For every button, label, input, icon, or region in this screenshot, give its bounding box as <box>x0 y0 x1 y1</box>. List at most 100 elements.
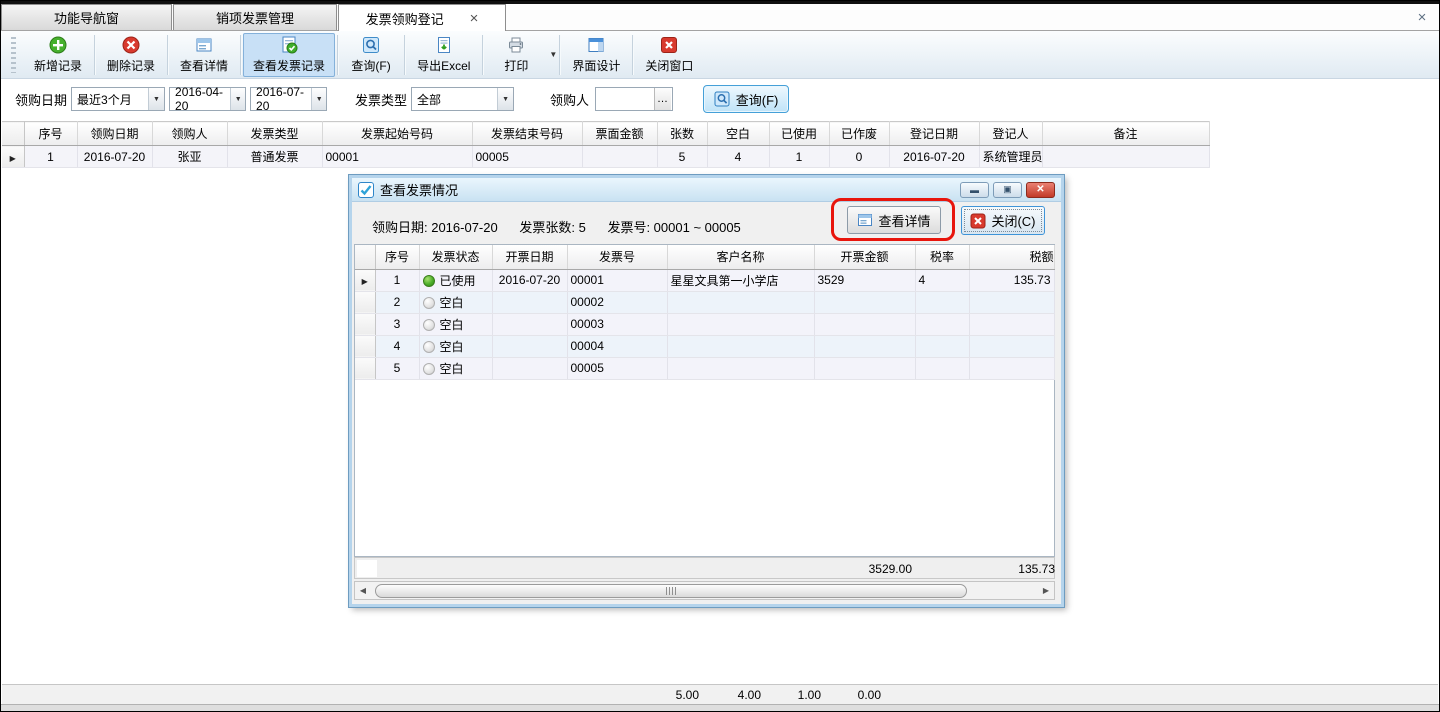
column-header[interactable]: 发票结束号码 <box>472 122 582 146</box>
dialog-minimize-button[interactable]: ▬ <box>960 182 989 198</box>
horizontal-scrollbar[interactable]: ◀ ▶ <box>354 581 1055 600</box>
table-cell[interactable]: 0 <box>829 146 889 168</box>
table-cell[interactable] <box>969 335 1054 357</box>
column-header[interactable]: 发票状态 <box>419 245 492 269</box>
table-cell[interactable]: 00001 <box>322 146 472 168</box>
table-cell[interactable] <box>492 313 567 335</box>
table-cell[interactable]: 4 <box>915 269 969 291</box>
dialog-maximize-button[interactable]: ▣ <box>993 182 1022 198</box>
table-cell[interactable] <box>492 357 567 379</box>
table-cell[interactable]: 00005 <box>567 357 667 379</box>
table-cell[interactable]: 2016-07-20 <box>492 269 567 291</box>
table-cell[interactable]: 4 <box>707 146 769 168</box>
query-button[interactable]: 查询(F) <box>703 85 789 113</box>
table-cell[interactable]: 星星文具第一小学店 <box>667 269 814 291</box>
ui-design-button[interactable]: 界面设计 <box>562 33 630 77</box>
table-cell[interactable] <box>814 335 915 357</box>
table-cell[interactable]: 1 <box>24 146 77 168</box>
delete-record-button[interactable]: 删除记录 <box>97 33 165 77</box>
table-cell[interactable]: 1 <box>769 146 829 168</box>
table-row[interactable]: ▶12016-07-20张亚普通发票000010000554102016-07-… <box>2 146 1209 168</box>
column-header[interactable]: 发票号 <box>567 245 667 269</box>
table-cell[interactable]: 00004 <box>567 335 667 357</box>
invoice-type-select[interactable]: 全部 ▼ <box>411 87 514 111</box>
export-excel-button[interactable]: 导出Excel <box>407 33 480 77</box>
view-details-button[interactable]: 查看详情 <box>170 33 238 77</box>
table-cell[interactable] <box>492 291 567 313</box>
table-cell[interactable] <box>667 291 814 313</box>
chevron-down-icon[interactable]: ▼ <box>148 88 164 110</box>
table-cell[interactable]: 00001 <box>567 269 667 291</box>
table-cell[interactable]: 00002 <box>567 291 667 313</box>
column-header[interactable]: 领购日期 <box>77 122 152 146</box>
table-cell[interactable] <box>1042 146 1209 168</box>
tab-invoice-purchase-registration[interactable]: 发票领购登记 × <box>338 4 506 31</box>
column-header[interactable]: 开票金额 <box>814 245 915 269</box>
date-to-select[interactable]: 2016-07-20 ▼ <box>250 87 327 111</box>
table-cell[interactable] <box>814 291 915 313</box>
invoice-status-cell[interactable]: 空白 <box>419 313 492 335</box>
column-header[interactable]: 票面金额 <box>582 122 657 146</box>
column-header[interactable]: 领购人 <box>152 122 227 146</box>
table-row[interactable]: 3空白00003 <box>355 313 1054 335</box>
table-cell[interactable]: 135.73 <box>969 269 1054 291</box>
table-cell[interactable]: 2 <box>375 291 419 313</box>
column-header[interactable]: 序号 <box>375 245 419 269</box>
print-dropdown-icon[interactable]: ▼ <box>549 50 557 59</box>
purchaser-input[interactable] <box>596 89 654 109</box>
column-header[interactable]: 税率 <box>915 245 969 269</box>
column-header[interactable]: 开票日期 <box>492 245 567 269</box>
table-row[interactable]: 4空白00004 <box>355 335 1054 357</box>
column-header[interactable]: 税额 <box>969 245 1054 269</box>
close-window-button[interactable]: 关闭窗口 <box>635 33 703 77</box>
scroll-right-icon[interactable]: ▶ <box>1038 582 1054 599</box>
tab-sales-invoice-management[interactable]: 销项发票管理 <box>173 4 337 30</box>
scrollbar-thumb[interactable] <box>375 584 967 598</box>
view-invoice-records-button[interactable]: 查看发票记录 <box>243 33 335 77</box>
table-cell[interactable] <box>915 335 969 357</box>
table-cell[interactable] <box>915 291 969 313</box>
table-cell[interactable] <box>915 313 969 335</box>
column-header[interactable]: 发票类型 <box>227 122 322 146</box>
invoice-status-cell[interactable]: 空白 <box>419 291 492 313</box>
purchaser-lookup-button[interactable]: … <box>654 88 671 110</box>
query-toolbar-button[interactable]: 查询(F) <box>340 33 402 77</box>
table-cell[interactable] <box>814 313 915 335</box>
dialog-view-details-button[interactable]: 查看详情 <box>847 206 941 234</box>
table-cell[interactable]: 00003 <box>567 313 667 335</box>
table-cell[interactable]: 5 <box>375 357 419 379</box>
table-cell[interactable]: 张亚 <box>152 146 227 168</box>
table-cell[interactable]: 4 <box>375 335 419 357</box>
column-header[interactable]: 客户名称 <box>667 245 814 269</box>
column-header[interactable]: 张数 <box>657 122 707 146</box>
table-cell[interactable] <box>814 357 915 379</box>
table-cell[interactable] <box>969 357 1054 379</box>
table-cell[interactable]: 1 <box>375 269 419 291</box>
table-cell[interactable] <box>969 291 1054 313</box>
dialog-close-button[interactable]: ✕ <box>1026 182 1055 198</box>
table-row[interactable]: 2空白 00002 <box>355 291 1054 313</box>
table-cell[interactable] <box>667 313 814 335</box>
table-cell[interactable]: 系统管理员 <box>979 146 1042 168</box>
scroll-left-icon[interactable]: ◀ <box>355 582 371 599</box>
column-header[interactable]: 登记人 <box>979 122 1042 146</box>
date-range-preset-select[interactable]: 最近3个月 ▼ <box>71 87 165 111</box>
column-header[interactable]: 发票起始号码 <box>322 122 472 146</box>
table-cell[interactable]: 2016-07-20 <box>77 146 152 168</box>
column-header[interactable]: 序号 <box>24 122 77 146</box>
column-header[interactable]: 空白 <box>707 122 769 146</box>
table-cell[interactable] <box>492 335 567 357</box>
table-cell[interactable] <box>667 335 814 357</box>
table-cell[interactable]: 3529 <box>814 269 915 291</box>
table-cell[interactable] <box>915 357 969 379</box>
dialog-title-bar[interactable]: 查看发票情况 ▬ ▣ ✕ <box>352 178 1061 202</box>
tab-close-icon[interactable]: × <box>470 11 479 26</box>
column-header[interactable]: 备注 <box>1042 122 1209 146</box>
table-row[interactable]: 5空白00005 <box>355 357 1054 379</box>
invoice-status-cell[interactable]: 已使用 <box>419 269 492 291</box>
chevron-down-icon[interactable]: ▼ <box>311 88 326 110</box>
table-cell[interactable]: 2016-07-20 <box>889 146 979 168</box>
table-cell[interactable] <box>667 357 814 379</box>
table-cell[interactable] <box>969 313 1054 335</box>
table-cell[interactable]: 00005 <box>472 146 582 168</box>
